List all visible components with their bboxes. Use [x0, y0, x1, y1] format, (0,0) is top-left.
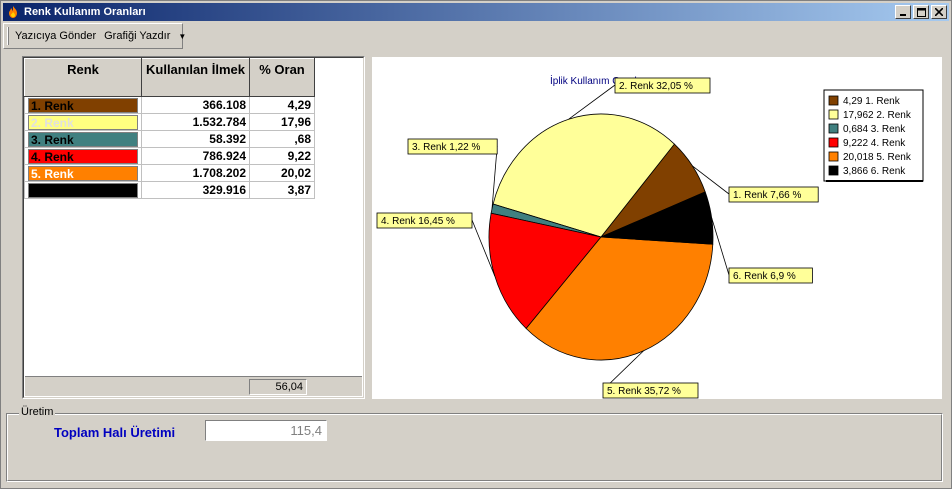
- table-row[interactable]: 2. Renk 1.532.784 17,96: [24, 113, 315, 131]
- send-to-printer-button[interactable]: Yazıcıya Gönder: [15, 30, 96, 42]
- callout-line: [711, 217, 730, 276]
- color-swatch: 4. Renk: [28, 148, 138, 164]
- ilmek-cell: 1.708.202: [141, 164, 250, 182]
- minimize-icon: [900, 14, 906, 16]
- color-swatch: [28, 182, 138, 198]
- callout-label: 5. Renk 35,72 %: [607, 386, 681, 397]
- oran-cell: 20,02: [249, 164, 315, 182]
- header-renk[interactable]: Renk: [24, 58, 142, 97]
- legend-entry: 3,866 6. Renk: [843, 166, 906, 177]
- color-swatch: 5. Renk: [28, 165, 138, 181]
- legend-swatch: [828, 165, 839, 176]
- color-cell: 4. Renk: [24, 147, 142, 165]
- header-oran[interactable]: % Oran: [249, 58, 315, 97]
- header-ilmek[interactable]: Kullanılan İlmek: [141, 58, 250, 97]
- production-group-label: Üretim: [19, 406, 56, 418]
- callout-label: 3. Renk 1,22 %: [412, 142, 480, 153]
- color-cell: [24, 181, 142, 199]
- legend-entry: 4,29 1. Renk: [843, 96, 901, 107]
- legend-swatch: [828, 95, 839, 106]
- table-row[interactable]: 329.916 3,87: [24, 181, 315, 199]
- flame-icon: [9, 6, 17, 18]
- total-percentage: 56,04: [249, 379, 307, 395]
- legend-entry: 9,222 4. Renk: [843, 138, 906, 149]
- legend-entry: 20,018 5. Renk: [843, 152, 912, 163]
- color-cell: 2. Renk: [24, 113, 142, 131]
- production-group: Üretim Toplam Halı Üretimi 115,4: [6, 406, 943, 482]
- oran-cell: 4,29: [249, 96, 315, 114]
- pie-chart-panel: İplik Kullanım Oranları 1. Renk 7,66 % 2. …: [372, 57, 942, 399]
- total-production-field[interactable]: 115,4: [205, 420, 327, 441]
- callout-label: 2. Renk 32,05 %: [619, 81, 693, 92]
- table-row[interactable]: 1. Renk 366.108 4,29: [24, 96, 315, 114]
- close-icon: [935, 8, 943, 16]
- minimize-button[interactable]: [895, 5, 911, 19]
- callout-label: 4. Renk 16,45 %: [381, 216, 455, 227]
- color-table: Renk Kullanılan İlmek % Oran 1. Renk 366.…: [24, 58, 315, 199]
- chevron-down-icon[interactable]: ▼: [178, 32, 186, 41]
- table-row[interactable]: 5. Renk 1.708.202 20,02: [24, 164, 315, 182]
- color-swatch: 3. Renk: [28, 131, 138, 147]
- maximize-button[interactable]: [913, 5, 929, 19]
- maximize-icon: [916, 7, 926, 17]
- color-cell: 5. Renk: [24, 164, 142, 182]
- color-swatch: 2. Renk: [28, 114, 138, 130]
- callout-label: 1. Renk 7,66 %: [733, 190, 801, 201]
- oran-cell: 9,22: [249, 147, 315, 165]
- color-usage-grid[interactable]: Renk Kullanılan İlmek % Oran 1. Renk 366.…: [22, 56, 365, 399]
- ilmek-cell: 58.392: [141, 130, 250, 148]
- color-cell: 1. Renk: [24, 96, 142, 114]
- ilmek-cell: 1.532.784: [141, 113, 250, 131]
- color-cell: 3. Renk: [24, 130, 142, 148]
- color-swatch: 1. Renk: [28, 97, 138, 113]
- ilmek-cell: 329.916: [141, 181, 250, 199]
- pie-chart: İplik Kullanım Oranları1. Renk 7,66 %2. …: [376, 74, 924, 399]
- grid-footer: 56,04: [25, 376, 362, 396]
- table-row[interactable]: 4. Renk 786.924 9,22: [24, 147, 315, 165]
- oran-cell: 3,87: [249, 181, 315, 199]
- oran-cell: ,68: [249, 130, 315, 148]
- legend-swatch: [828, 109, 839, 120]
- main-window: Renk Kullanım Oranları Yazıcıya Gönder G…: [0, 0, 952, 489]
- toolbar: Yazıcıya Gönder Grafiği Yazdır ▼: [3, 23, 186, 49]
- print-chart-button[interactable]: Grafiği Yazdır: [104, 30, 170, 42]
- close-button[interactable]: [931, 5, 947, 19]
- legend-entry: 17,962 2. Renk: [843, 110, 912, 121]
- window-title: Renk Kullanım Oranları: [24, 6, 146, 18]
- legend-entry: 0,684 3. Renk: [843, 124, 906, 135]
- ilmek-cell: 786.924: [141, 147, 250, 165]
- table-row[interactable]: 3. Renk 58.392,68: [24, 130, 315, 148]
- callout-label: 6. Renk 6,9 %: [733, 271, 796, 282]
- legend-swatch: [828, 137, 839, 148]
- title-bar[interactable]: Renk Kullanım Oranları: [3, 3, 949, 21]
- legend-swatch: [828, 123, 839, 134]
- oran-cell: 17,96: [249, 113, 315, 131]
- total-production-label: Toplam Halı Üretimi: [54, 425, 176, 440]
- ilmek-cell: 366.108: [141, 96, 250, 114]
- toolbar-grip[interactable]: [7, 27, 9, 45]
- legend-swatch: [828, 151, 839, 162]
